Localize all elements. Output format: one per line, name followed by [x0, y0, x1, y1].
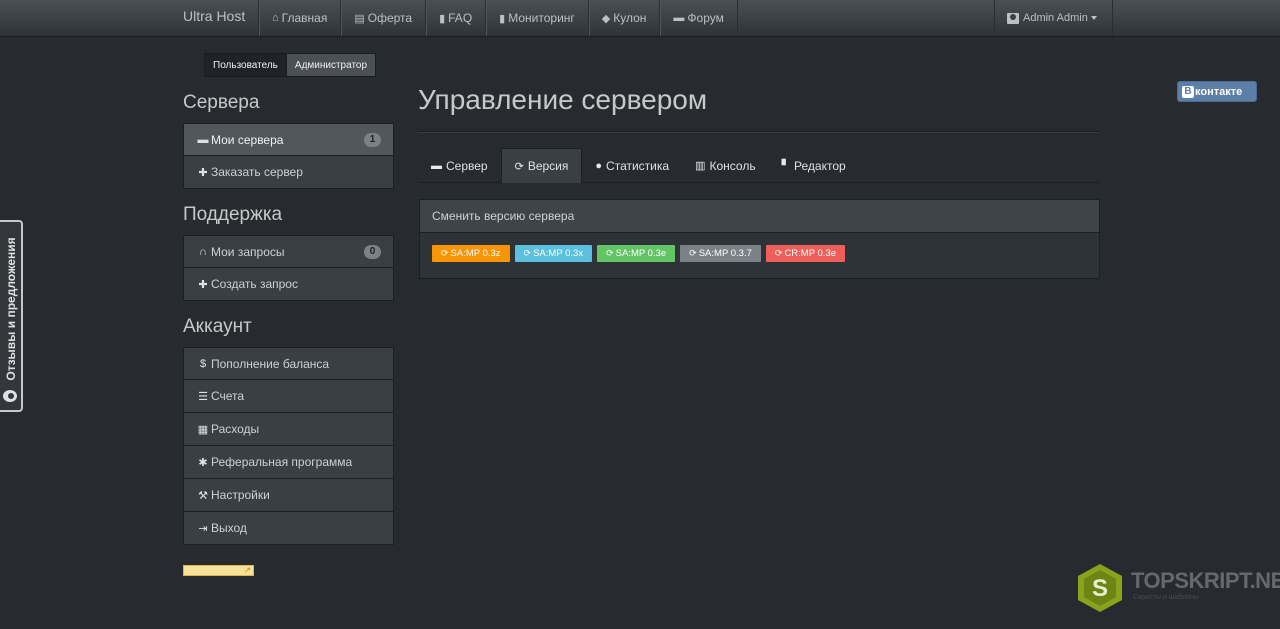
globe-icon: ● [595, 159, 603, 172]
servers-count-badge: 1 [364, 133, 381, 147]
sidebar-item-my-tickets[interactable]: ∩ Мои запросы 0 [183, 235, 394, 268]
vk-button[interactable]: В контакте [1177, 81, 1257, 102]
watermark-text: TOPSKRIPT.NET [1131, 568, 1280, 593]
user-name: Admin Admin [1023, 12, 1088, 24]
page-title: Управление сервером [418, 84, 708, 115]
nav-item-home[interactable]: ⌂ Главная [258, 0, 340, 36]
top-navbar: Ultra Host ⌂ Главная ▤ Оферта ▮ FAQ ▮ Монито… [0, 0, 1280, 37]
version-button-samp-037[interactable]: ⟳ SA:MP 0.3.7 [680, 245, 761, 262]
user-icon [1007, 12, 1019, 24]
refresh-icon: ⟳ [523, 248, 532, 258]
tab-version[interactable]: ⟳ Версия [500, 148, 583, 183]
version-buttons: ⟳ SA:MP 0.3z ⟳ SA:MP 0.3x ⟳ SA:MP 0.3e ⟳ SA:… [420, 233, 1099, 262]
bar-chart-icon: ▮ [499, 12, 506, 25]
sidebar-item-create-ticket[interactable]: ✚ Создать запрос [183, 268, 394, 301]
account-list: $ Пополнение баланса ☰ Счета ▦ Расходы ✱… [183, 347, 394, 545]
refresh-icon: ⟳ [514, 160, 524, 173]
sidebar-item-logout[interactable]: ⇥ Выход [183, 512, 394, 545]
brand-link[interactable]: Ultra Host [183, 0, 245, 34]
feedback-label: Отзывы и предложения [4, 237, 18, 381]
sidebar-item-my-servers[interactable]: ▬ Мои сервера 1 [183, 123, 394, 156]
document-icon: ▤ [354, 12, 365, 25]
hdd-icon: ▬ [197, 133, 209, 146]
role-switch: Пользователь Администратор [204, 53, 377, 77]
dollar-icon: $ [199, 357, 207, 370]
sidebar-item-top-up[interactable]: $ Пополнение баланса [183, 347, 394, 380]
refresh-icon: ⟳ [441, 248, 449, 258]
chat-icon [3, 390, 17, 402]
nav-item-offer[interactable]: ▤ Оферта [340, 0, 425, 36]
sidebar-item-referral[interactable]: ✱ Реферальная программа [183, 446, 394, 479]
list-icon: ☰ [198, 390, 208, 403]
svg-text:S: S [1092, 575, 1108, 602]
title-divider [418, 131, 1100, 132]
version-button-samp-03x[interactable]: ⟳ SA:MP 0.3x [514, 245, 593, 262]
tab-server[interactable]: ▬ Сервер [418, 148, 501, 183]
table-icon: ▦ [197, 423, 209, 436]
refresh-icon: ⟳ [606, 248, 614, 258]
logout-icon: ⇥ [198, 522, 208, 535]
headphones-icon: ∩ [199, 245, 207, 258]
nav-item-coupon[interactable]: ◆ Кулон [587, 0, 660, 36]
watermark-subtext: Скрипты и шаблоны [1133, 594, 1199, 601]
nav-item-forum[interactable]: ▬ Форум [659, 0, 738, 36]
tag-icon: ◆ [601, 12, 611, 25]
barcode-icon: ▥ [695, 160, 706, 172]
account-section-title: Аккаунт [183, 316, 252, 337]
sidebar-item-settings[interactable]: ⚒ Настройки [183, 479, 394, 512]
user-menu-dropdown[interactable]: Admin Admin [994, 0, 1113, 36]
tab-console[interactable]: ▥ Консоль [682, 148, 769, 183]
refresh-icon: ⟳ [774, 248, 783, 258]
comment-icon: ▬ [673, 12, 685, 24]
file-icon: ▘ [781, 160, 791, 172]
book-icon: ▮ [439, 12, 446, 25]
sidebar-item-expenses[interactable]: ▦ Расходы [183, 413, 394, 446]
support-list: ∩ Мои запросы 0 ✚ Создать запрос [183, 235, 394, 301]
servers-list: ▬ Мои сервера 1 ✚ Заказать сервер [183, 123, 394, 189]
version-button-crmp-03e[interactable]: ⟳ CR:MP 0.3e [765, 245, 846, 262]
tab-editor[interactable]: ▘ Редактор [769, 148, 859, 183]
wrench-icon: ⚒ [198, 489, 208, 502]
main-nav: ⌂ Главная ▤ Оферта ▮ FAQ ▮ Мониторинг ◆ Кулон… [258, 0, 738, 36]
tickets-count-badge: 0 [364, 245, 381, 259]
sidebar-item-invoices[interactable]: ☰ Счета [183, 380, 394, 413]
plus-icon: ✚ [198, 166, 208, 179]
version-button-samp-03z[interactable]: ⟳ SA:MP 0.3z [432, 245, 510, 262]
home-icon: ⌂ [272, 12, 279, 24]
version-button-samp-03e[interactable]: ⟳ SA:MP 0.3e [597, 245, 676, 262]
asterisk-icon: ✱ [198, 456, 208, 469]
servers-section-title: Сервера [183, 92, 260, 113]
nav-item-faq[interactable]: ▮ FAQ [425, 0, 485, 36]
mini-banner[interactable]: ↗ [183, 565, 254, 576]
support-section-title: Поддержка [183, 204, 283, 225]
vk-logo-icon: В [1182, 85, 1194, 98]
hdd-icon: ▬ [431, 159, 442, 172]
role-user-button[interactable]: Пользователь [204, 53, 287, 77]
version-panel: Сменить версию сервера ⟳ SA:MP 0.3z ⟳ SA:M… [419, 199, 1100, 279]
nav-item-monitoring[interactable]: ▮ Мониторинг [485, 0, 588, 36]
sidebar-item-order-server[interactable]: ✚ Заказать сервер [183, 156, 394, 189]
vk-label: контакте [1195, 85, 1243, 98]
watermark-logo-icon: S [1078, 564, 1122, 612]
role-admin-button[interactable]: Администратор [286, 53, 377, 77]
chevron-down-icon [1090, 16, 1097, 20]
plus-icon: ✚ [198, 278, 208, 291]
server-tabs: ▬ Сервер ⟳ Версия ● Статистика ▥ Консоль ▘ Ре… [418, 148, 1100, 183]
arrow-icon: ↗ [243, 565, 251, 575]
panel-heading: Сменить версию сервера [420, 200, 1099, 233]
feedback-side-tab[interactable]: Отзывы и предложения [0, 220, 23, 412]
refresh-icon: ⟳ [689, 248, 697, 258]
tab-statistics[interactable]: ● Статистика [582, 148, 682, 183]
